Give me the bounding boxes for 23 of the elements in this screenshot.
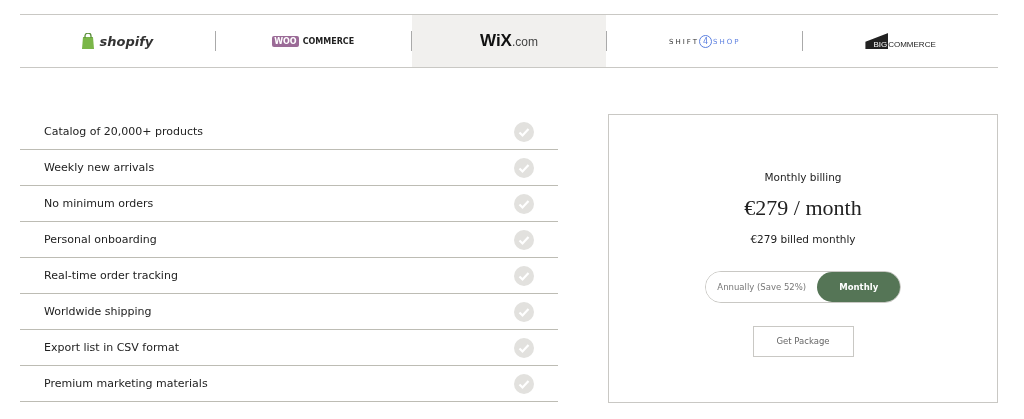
billing-option[interactable]: Monthly: [817, 271, 900, 302]
logo-text: COMMERCE: [302, 36, 355, 46]
billed-note: €279 billed monthly: [750, 232, 856, 245]
feature-label: Premium marketing materials: [44, 377, 208, 390]
platform-tab[interactable]: WOO COMMERCE: [215, 15, 411, 67]
feature-label: Personal onboarding: [44, 233, 157, 246]
bag-icon: [81, 33, 96, 49]
platform-tab[interactable]: shopify: [20, 15, 215, 67]
feature-label: Worldwide shipping: [44, 305, 152, 318]
price: €279 / month: [744, 194, 862, 221]
feature-label: No minimum orders: [44, 197, 154, 210]
get-package-button[interactable]: Get Package: [752, 325, 854, 357]
platform-tab[interactable]: BIGCOMMERCE: [803, 15, 998, 67]
feature-label: Catalog of 20,000+ products: [44, 125, 204, 138]
platform-tab[interactable]: WiX.com: [411, 15, 607, 67]
feature-label: Export list in CSV format: [44, 341, 180, 354]
feature-label: Real-time order tracking: [44, 269, 178, 282]
feature-label: Weekly new arrivals: [44, 161, 155, 174]
logo-text: shopify: [99, 33, 154, 49]
logo-text: BIGCOMMERCE: [865, 33, 936, 49]
logo-badge: WOO: [272, 35, 299, 47]
logo-text: WiX.com: [480, 31, 538, 51]
billing-label: Monthly billing: [764, 170, 842, 183]
